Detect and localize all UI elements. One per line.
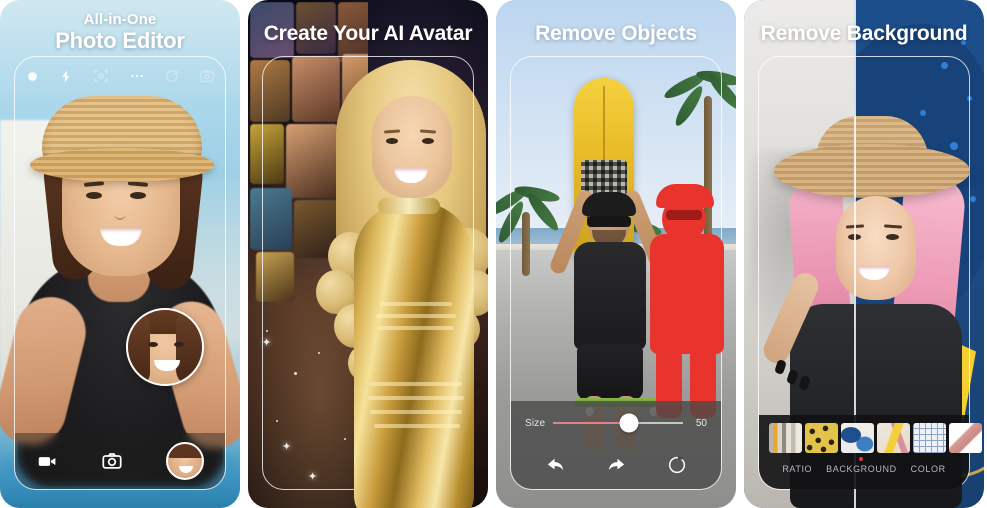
screenshot-gallery: All-in-One Photo Editor ✦ ✦ ✦ Create You… [0,0,987,508]
avatar-hair-right [176,310,202,384]
panel1-subtitle: All-in-One [83,11,157,28]
model-face [836,196,916,300]
tab-background[interactable]: BACKGROUND [826,457,897,474]
edit-action-row [525,445,707,485]
redo-button[interactable] [605,454,628,477]
overlay-cap [656,184,714,208]
panel-remove-objects[interactable]: Remove Objects Size 50 [496,0,736,508]
thumb-art[interactable] [877,423,910,453]
avatar-gold-suit [354,202,474,508]
panel-photo-editor[interactable]: All-in-One Photo Editor [0,0,240,508]
thumb-books[interactable] [769,423,802,453]
size-slider-track[interactable] [553,413,683,433]
panel1-title: Photo Editor [55,28,185,53]
surfer-sunglasses [587,216,631,227]
avatar-eye-left [148,342,158,347]
profile-avatar-button[interactable] [165,442,204,480]
bb-avatar-hair [167,444,202,458]
avatar-neck-ring [378,198,440,214]
camera-shutter-button[interactable] [101,450,123,472]
panel3-title: Remove Objects [535,22,697,45]
remove-objects-controls: Size 50 [511,401,721,489]
video-button[interactable] [37,451,58,472]
straw-hat-brim [30,148,214,182]
panel2-background: ✦ ✦ ✦ ✦ ✦ ✦ [248,0,488,508]
tab-background-label: BACKGROUND [826,464,897,474]
background-tabs: RATIO BACKGROUND COLOR [765,457,963,474]
overlay-body [650,234,724,354]
shutter-mode-icon[interactable] [25,69,40,84]
ai-avatar-figure [316,52,488,508]
tab-color[interactable]: COLOR [911,464,946,474]
model-hat-brim [774,144,970,198]
reset-button[interactable] [666,454,688,476]
panel2-title: Create Your AI Avatar [263,22,473,45]
bb-avatar-smile [178,466,193,473]
size-slider-fill [553,422,629,424]
panel-ai-avatar[interactable]: ✦ ✦ ✦ ✦ ✦ ✦ [248,0,488,508]
tab-badge-dot [859,457,864,461]
size-slider-row: Size 50 [525,401,707,445]
overlay-glasses [666,210,702,220]
thumb-abstract[interactable] [841,423,874,453]
background-picker-bar: RATIO BACKGROUND COLOR [759,415,982,489]
avatar-hair-left [128,312,150,384]
surfer-cap [582,192,636,216]
thumb-grid[interactable] [913,423,946,453]
person-eye-left [86,192,102,199]
person-eye-right [130,192,146,199]
avatar-eye-right [174,342,184,347]
switch-camera-icon[interactable] [199,68,215,84]
flash-icon[interactable] [59,69,74,84]
model-eye-right [886,234,899,240]
timer-icon[interactable] [164,68,180,84]
face-preview-avatar[interactable] [126,308,204,386]
undo-button[interactable] [544,454,567,477]
background-thumbnail-strip [765,423,982,453]
surfer-shorts [577,344,643,400]
thumb-leopard[interactable] [805,423,838,453]
panel4-title: Remove Background [760,22,968,45]
size-slider-label: Size [525,417,546,429]
thumb-pink[interactable] [949,423,982,453]
surfer-torso [574,242,646,350]
size-slider-knob[interactable] [619,413,638,433]
tab-ratio[interactable]: RATIO [782,464,812,474]
size-slider-value: 50 [695,417,707,429]
person-nose [114,206,126,220]
camera-bottom-toolbar [15,433,225,489]
selected-object-overlay[interactable] [646,170,730,420]
more-options-icon[interactable] [129,68,145,84]
avatar-eye-right [422,138,434,144]
avatar-eye-left [386,138,398,144]
grid-frame-icon[interactable] [93,68,109,84]
panel-remove-background[interactable]: Remove Background RATIO BACKGROUND COLOR [744,0,984,508]
camera-top-toolbar [15,58,225,94]
